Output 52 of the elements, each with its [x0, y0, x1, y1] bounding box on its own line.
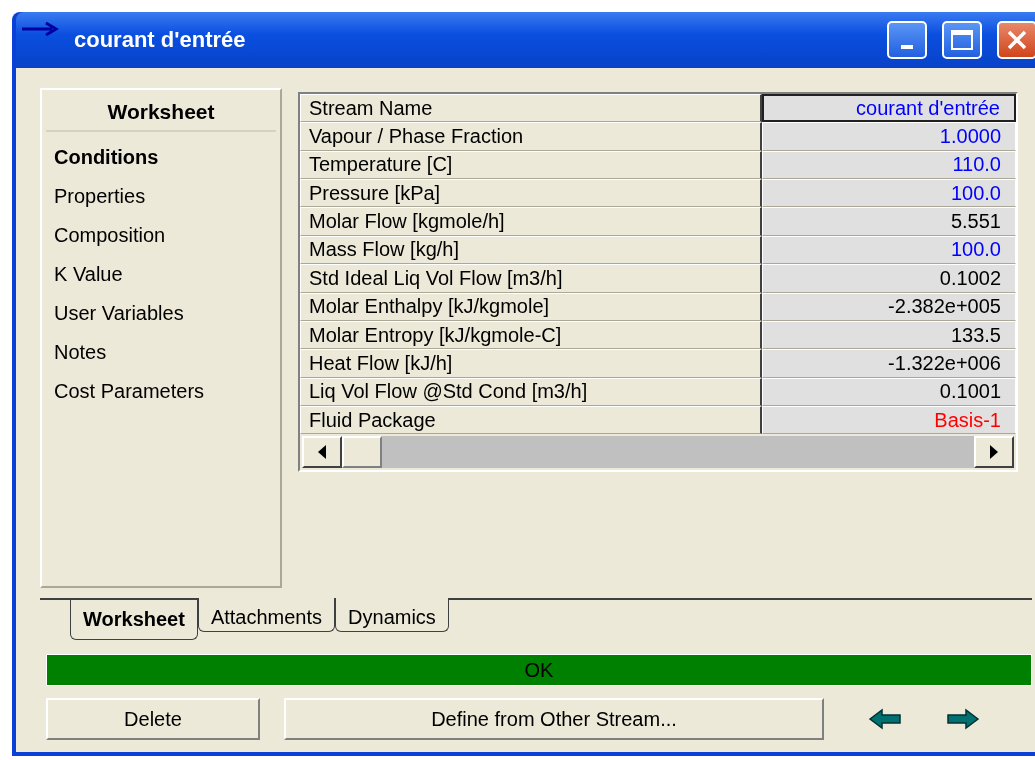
property-name-cell: Heat Flow [kJ/h] [300, 349, 762, 378]
property-name-cell: Molar Enthalpy [kJ/kgmole] [300, 292, 762, 321]
property-value-cell[interactable]: 100.0 [762, 179, 1016, 208]
sidebar-item[interactable]: Properties [42, 177, 280, 216]
property-value-cell[interactable]: 1.0000 [762, 122, 1016, 151]
property-name-cell: Stream Name [300, 94, 762, 123]
property-name-cell: Fluid Package [300, 405, 762, 435]
property-value-cell[interactable]: 5.551 [762, 207, 1016, 236]
sidebar-item[interactable]: Conditions [42, 138, 280, 177]
horizontal-scrollbar[interactable] [302, 436, 1014, 469]
tab[interactable]: Attachments [197, 598, 336, 632]
property-value-cell[interactable]: 133.5 [762, 320, 1016, 350]
property-name-cell: Molar Entropy [kJ/kgmole-C] [300, 320, 762, 350]
maximize-button[interactable] [942, 21, 982, 59]
property-value-cell[interactable]: -1.322e+006 [762, 349, 1016, 378]
property-value-cell[interactable]: courant d'entrée [762, 94, 1016, 123]
scroll-left-button[interactable] [302, 436, 342, 469]
close-button[interactable] [997, 21, 1035, 59]
property-name-cell: Temperature [C] [300, 150, 762, 180]
scroll-right-button[interactable] [974, 436, 1014, 469]
tab[interactable]: Worksheet [70, 600, 198, 640]
status-bar: OK [46, 654, 1032, 686]
sidebar-item[interactable]: User Variables [42, 294, 280, 333]
close-icon [1006, 29, 1028, 51]
property-name-cell: Liq Vol Flow @Std Cond [m3/h] [300, 377, 762, 406]
define-button[interactable]: Define from Other Stream... [284, 698, 824, 740]
property-value-cell[interactable]: 100.0 [762, 235, 1016, 265]
scroll-thumb[interactable] [342, 436, 382, 469]
sidebar-item[interactable]: K Value [42, 255, 280, 294]
tab[interactable]: Dynamics [335, 598, 449, 632]
property-value-cell[interactable]: 110.0 [762, 150, 1016, 180]
delete-button[interactable]: Delete [46, 698, 260, 740]
property-name-cell: Vapour / Phase Fraction [300, 122, 762, 151]
property-name-cell: Std Ideal Liq Vol Flow [m3/h] [300, 264, 762, 293]
sidebar-item[interactable]: Composition [42, 216, 280, 255]
property-name-cell: Pressure [kPa] [300, 179, 762, 208]
maximize-icon [950, 29, 974, 51]
property-name-cell: Molar Flow [kgmole/h] [300, 207, 762, 236]
minimize-button[interactable] [887, 21, 927, 59]
minimize-icon [901, 45, 913, 49]
right-triangle-icon [989, 445, 999, 460]
property-value-cell[interactable]: 0.1001 [762, 377, 1016, 406]
sidebar-item[interactable]: Cost Parameters [42, 372, 280, 411]
left-triangle-icon [317, 445, 327, 460]
window-title: courant d'entrée [74, 27, 247, 53]
left-arrow-icon[interactable] [868, 708, 902, 730]
sidebar-item[interactable]: Notes [42, 333, 280, 372]
right-arrow-icon[interactable] [946, 708, 980, 730]
property-name-cell: Mass Flow [kg/h] [300, 235, 762, 265]
property-value-cell[interactable]: -2.382e+005 [762, 292, 1016, 321]
sidebar-heading: Worksheet [46, 96, 276, 132]
property-value-cell[interactable]: 0.1002 [762, 264, 1016, 293]
